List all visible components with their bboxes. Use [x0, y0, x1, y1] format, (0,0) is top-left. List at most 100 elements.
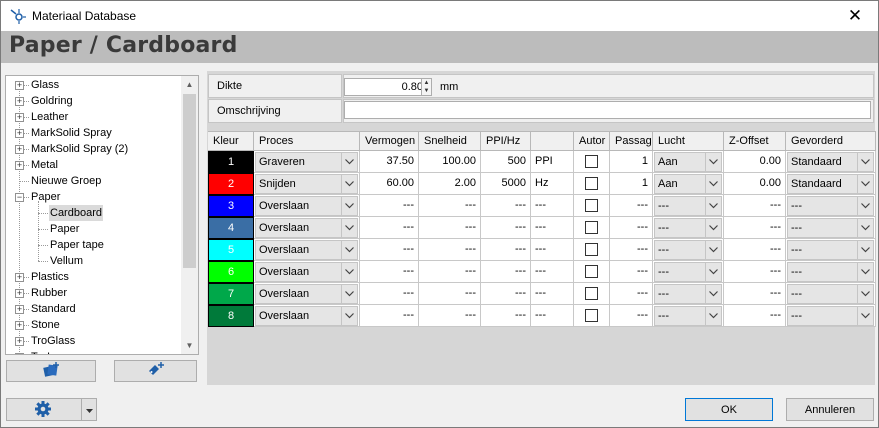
tree-item[interactable]: + Leather — [6, 109, 182, 125]
vermogen-cell[interactable]: 60.00 — [360, 173, 419, 195]
expand-icon[interactable]: + — [15, 145, 24, 154]
column-header[interactable]: Autor — [574, 131, 610, 151]
expand-icon[interactable]: + — [15, 305, 24, 314]
column-header[interactable]: Vermogen — [360, 131, 419, 151]
tree-item[interactable]: + Plastics — [6, 269, 182, 285]
expand-icon[interactable]: + — [15, 81, 24, 90]
add-group-button[interactable] — [114, 360, 197, 382]
autor-checkbox[interactable] — [585, 155, 598, 168]
snelheid-cell[interactable]: --- — [419, 305, 481, 327]
proces-select[interactable]: Overslaan — [255, 284, 358, 304]
tree-item[interactable]: Paper — [6, 221, 182, 237]
gevorderd-select[interactable]: --- — [787, 218, 874, 238]
column-header[interactable]: PPI/Hz — [481, 131, 531, 151]
tree-item[interactable]: + Goldring — [6, 93, 182, 109]
scroll-up-icon[interactable]: ▲ — [181, 76, 198, 93]
tree-item[interactable]: + MarkSolid Spray — [6, 125, 182, 141]
passage-cell[interactable]: --- — [610, 261, 653, 283]
proces-select[interactable]: Graveren — [255, 152, 358, 172]
collapse-icon[interactable]: − — [15, 193, 24, 202]
vermogen-cell[interactable]: 37.50 — [360, 151, 419, 173]
vermogen-cell[interactable]: --- — [360, 305, 419, 327]
tree-item[interactable]: + Rubber — [6, 285, 182, 301]
tree-item[interactable]: + TroLase — [6, 349, 182, 354]
vermogen-cell[interactable]: --- — [360, 261, 419, 283]
autor-checkbox[interactable] — [585, 309, 598, 322]
expand-icon[interactable]: + — [15, 337, 24, 346]
autor-checkbox[interactable] — [585, 287, 598, 300]
column-header[interactable]: Kleur — [208, 131, 254, 151]
autor-checkbox[interactable] — [585, 265, 598, 278]
proces-select[interactable]: Overslaan — [255, 306, 358, 326]
cancel-button[interactable]: Annuleren — [786, 398, 874, 421]
zoffset-cell[interactable]: --- — [724, 239, 786, 261]
expand-icon[interactable]: + — [15, 129, 24, 138]
column-header[interactable]: Proces — [254, 131, 360, 151]
vermogen-cell[interactable]: --- — [360, 217, 419, 239]
color-swatch[interactable]: 8 — [208, 305, 254, 327]
zoffset-cell[interactable]: --- — [724, 261, 786, 283]
snelheid-cell[interactable]: --- — [419, 217, 481, 239]
ppi-cell[interactable]: --- — [481, 305, 531, 327]
autor-checkbox[interactable] — [585, 221, 598, 234]
column-header[interactable]: Z-Offset — [724, 131, 786, 151]
lucht-select[interactable]: --- — [654, 240, 722, 260]
vermogen-cell[interactable]: --- — [360, 195, 419, 217]
expand-icon[interactable]: + — [15, 113, 24, 122]
column-header[interactable]: Gevorderd — [786, 131, 876, 151]
lucht-select[interactable]: --- — [654, 262, 722, 282]
lucht-select[interactable]: --- — [654, 284, 722, 304]
ppi-cell[interactable]: --- — [481, 239, 531, 261]
color-swatch[interactable]: 5 — [208, 239, 254, 261]
thickness-spinner[interactable]: ▲ ▼ — [421, 78, 432, 96]
tree-item[interactable]: + TroGlass — [6, 333, 182, 349]
description-input[interactable] — [344, 101, 871, 119]
column-header[interactable]: Lucht — [653, 131, 724, 151]
proces-select[interactable]: Snijden — [255, 174, 358, 194]
tree-item[interactable]: Paper tape — [6, 237, 182, 253]
gevorderd-select[interactable]: --- — [787, 240, 874, 260]
passage-cell[interactable]: 1 — [610, 173, 653, 195]
tree-item[interactable]: Nieuwe Groep — [6, 173, 182, 189]
color-swatch[interactable]: 4 — [208, 217, 254, 239]
ok-button[interactable]: OK — [685, 398, 773, 421]
zoffset-cell[interactable]: 0.00 — [724, 151, 786, 173]
proces-select[interactable]: Overslaan — [255, 218, 358, 238]
passage-cell[interactable]: --- — [610, 217, 653, 239]
tree-item[interactable]: + MarkSolid Spray (2) — [6, 141, 182, 157]
color-swatch[interactable]: 1 — [208, 151, 254, 173]
passage-cell[interactable]: --- — [610, 283, 653, 305]
autor-checkbox[interactable] — [585, 177, 598, 190]
lucht-select[interactable]: --- — [654, 196, 722, 216]
color-swatch[interactable]: 3 — [208, 195, 254, 217]
passage-cell[interactable]: 1 — [610, 151, 653, 173]
snelheid-cell[interactable]: --- — [419, 195, 481, 217]
material-tree[interactable]: + Glass + Goldring + Leather + MarkSolid Spray +… — [5, 75, 199, 355]
expand-icon[interactable]: + — [15, 161, 24, 170]
ppi-cell[interactable]: --- — [481, 261, 531, 283]
color-swatch[interactable]: 2 — [208, 173, 254, 195]
proces-select[interactable]: Overslaan — [255, 196, 358, 216]
gevorderd-select[interactable]: Standaard — [787, 152, 874, 172]
close-button[interactable]: ✕ — [832, 1, 878, 31]
ppi-cell[interactable]: --- — [481, 283, 531, 305]
expand-icon[interactable]: + — [15, 97, 24, 106]
scroll-down-icon[interactable]: ▼ — [181, 337, 198, 354]
ppi-cell[interactable]: 500 — [481, 151, 531, 173]
vermogen-cell[interactable]: --- — [360, 283, 419, 305]
gevorderd-select[interactable]: Standaard — [787, 174, 874, 194]
expand-icon[interactable]: + — [15, 289, 24, 298]
zoffset-cell[interactable]: --- — [724, 195, 786, 217]
lucht-select[interactable]: --- — [654, 218, 722, 238]
scroll-thumb[interactable] — [183, 94, 196, 268]
zoffset-cell[interactable]: --- — [724, 305, 786, 327]
gevorderd-select[interactable]: --- — [787, 262, 874, 282]
proces-select[interactable]: Overslaan — [255, 262, 358, 282]
passage-cell[interactable]: --- — [610, 239, 653, 261]
gevorderd-select[interactable]: --- — [787, 196, 874, 216]
thickness-input[interactable]: 0.80 — [344, 78, 428, 96]
passage-cell[interactable]: --- — [610, 305, 653, 327]
ppi-cell[interactable]: --- — [481, 217, 531, 239]
passage-cell[interactable]: --- — [610, 195, 653, 217]
tree-item[interactable]: + Standard — [6, 301, 182, 317]
